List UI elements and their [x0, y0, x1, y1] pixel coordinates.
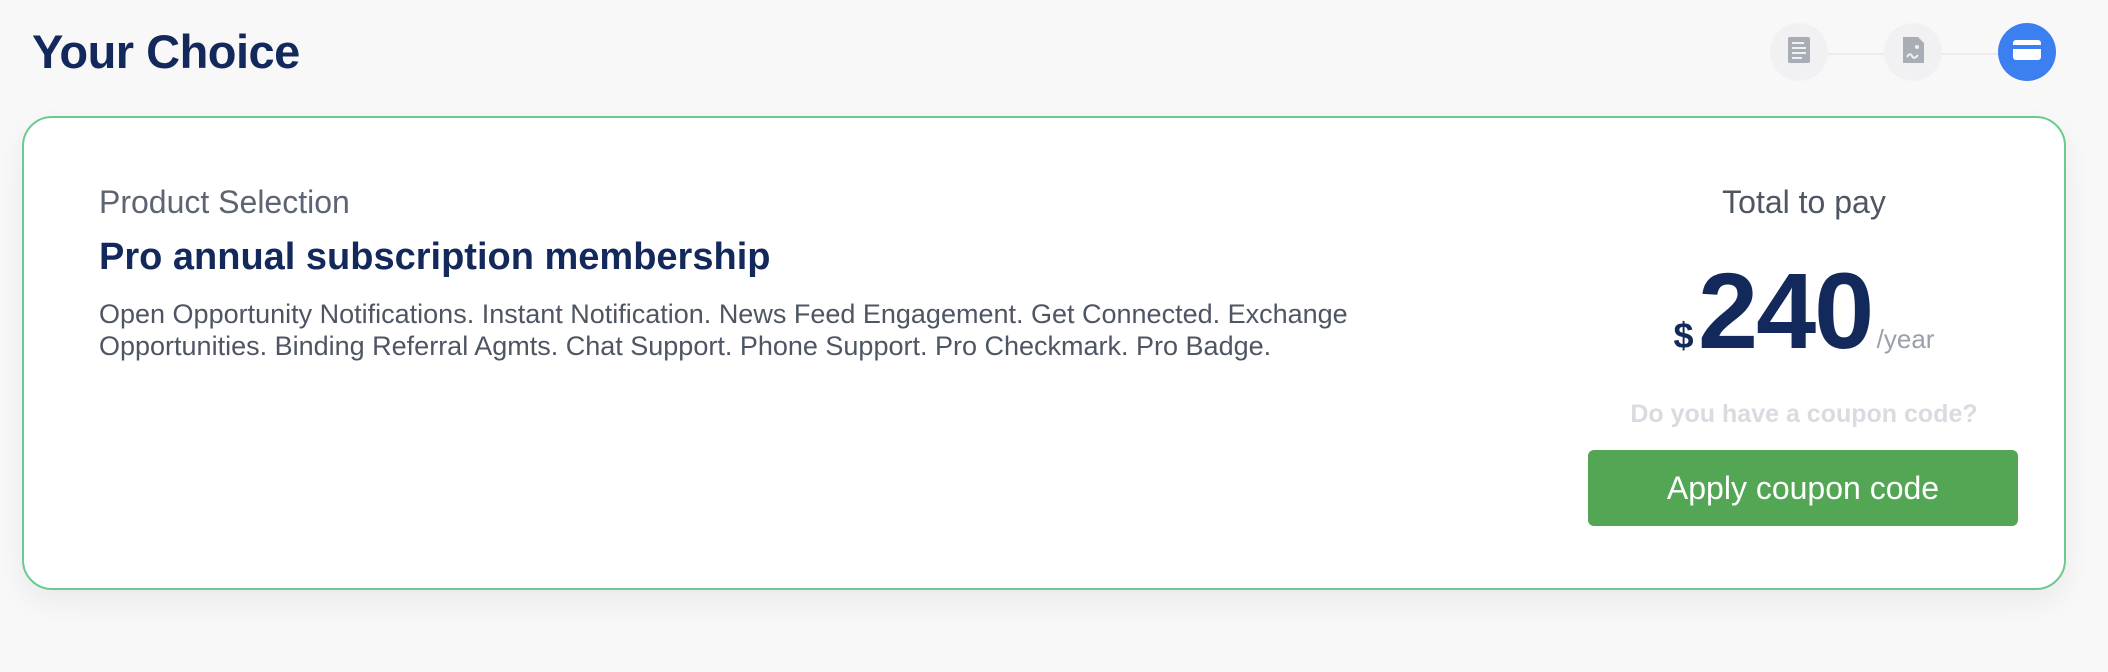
price-period: /year — [1876, 324, 1935, 354]
step-document[interactable] — [1770, 23, 1828, 81]
coupon-question: Do you have a coupon code? — [1630, 400, 1978, 428]
document-icon — [1787, 36, 1811, 69]
price-panel: Total to pay $ 240 /year Do you have a c… — [1564, 118, 2044, 588]
step-signed-document[interactable] — [1884, 23, 1942, 81]
product-description: Open Opportunity Notifications. Instant … — [99, 299, 1348, 361]
total-to-pay-label: Total to pay — [1722, 184, 1886, 220]
step-connector — [1828, 53, 1884, 55]
product-selection-label: Product Selection — [99, 184, 350, 220]
apply-coupon-button[interactable]: Apply coupon code — [1588, 450, 2018, 526]
step-connector — [1942, 53, 1998, 55]
product-card: Product Selection Pro annual subscriptio… — [22, 116, 2066, 590]
checkout-stepper — [1770, 23, 2060, 83]
price-display: $ 240 /year — [1564, 256, 2044, 366]
currency-symbol: $ — [1673, 315, 1694, 356]
credit-card-icon — [2012, 38, 2042, 67]
step-payment[interactable] — [1998, 23, 2056, 81]
page-title: Your Choice — [32, 25, 300, 78]
signed-document-icon — [1901, 36, 1925, 69]
product-name: Pro annual subscription membership — [99, 236, 771, 278]
price-amount: 240 — [1698, 250, 1874, 371]
